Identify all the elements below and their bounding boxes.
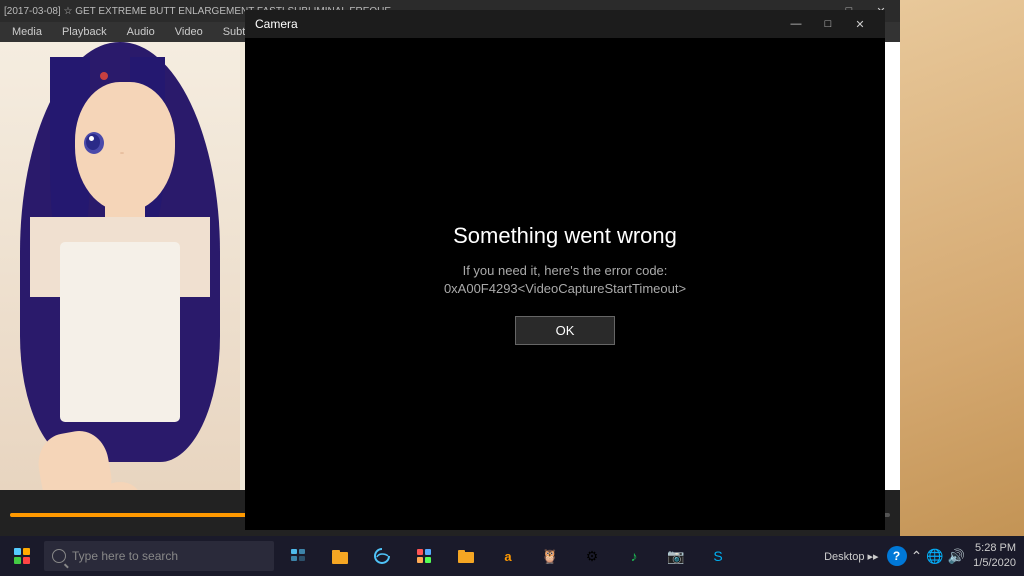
vlc-playback-menu[interactable]: Playback: [58, 26, 111, 38]
error-subtitle-line1: If you need it, here's the error code:: [444, 261, 686, 282]
vlc-media-menu[interactable]: Media: [8, 26, 46, 38]
vlc-audio-menu[interactable]: Audio: [123, 26, 159, 38]
volume-icon[interactable]: 🔊: [948, 548, 965, 565]
system-clock[interactable]: 5:28 PM 1/5/2020: [973, 541, 1016, 572]
edge-browser-icon[interactable]: [362, 536, 402, 576]
search-placeholder: Type here to search: [72, 549, 178, 563]
settings-icon[interactable]: ⚙: [572, 536, 612, 576]
camera-dialog: Camera — □ ✕ Something went wrong If you…: [245, 10, 885, 530]
help-icon[interactable]: ?: [887, 546, 907, 566]
camera-maximize-button[interactable]: □: [813, 10, 843, 38]
search-icon: [52, 549, 66, 563]
system-tray: ? ⌃ 🌐 🔊: [887, 546, 966, 566]
camera-window-controls: — □ ✕: [781, 10, 875, 38]
camera-app-icon[interactable]: 📷: [656, 536, 696, 576]
desktop: [2017-03-08] ☆ GET EXTREME BUTT ENLARGEM…: [0, 0, 1024, 576]
camera-close-button[interactable]: ✕: [845, 10, 875, 38]
taskbar-tray: Desktop ▸▸ ? ⌃ 🌐 🔊 5:28 PM 1/5/2020: [816, 541, 1024, 572]
tripadvisor-icon[interactable]: 🦉: [530, 536, 570, 576]
camera-titlebar: Camera — □ ✕: [245, 10, 885, 38]
error-title: Something went wrong: [453, 223, 677, 249]
start-button[interactable]: [0, 536, 44, 576]
clock-date: 1/5/2020: [973, 556, 1016, 571]
windows-logo-icon: [14, 548, 30, 564]
taskbar: Type here to search: [0, 536, 1024, 576]
amazon-icon[interactable]: a: [488, 536, 528, 576]
skype-icon[interactable]: S: [698, 536, 738, 576]
ok-button[interactable]: OK: [515, 316, 616, 345]
error-code: 0xA00F4293<VideoCaptureStartTimeout>: [444, 281, 686, 296]
spotify-icon[interactable]: ♪: [614, 536, 654, 576]
background-art: [900, 0, 1024, 576]
search-handle: [64, 563, 69, 568]
network-icon[interactable]: 🌐: [926, 548, 943, 565]
folder-icon[interactable]: [446, 536, 486, 576]
right-accent: [900, 0, 1024, 576]
camera-minimize-button[interactable]: —: [781, 10, 811, 38]
anime-character: [0, 42, 240, 490]
file-explorer-icon[interactable]: [320, 536, 360, 576]
windows-store-icon[interactable]: [404, 536, 444, 576]
clock-time: 5:28 PM: [973, 541, 1016, 556]
task-view-button[interactable]: [278, 536, 318, 576]
desktop-button[interactable]: Desktop ▸▸: [824, 550, 878, 563]
taskbar-app-icons: a 🦉 ⚙ ♪ 📷 S: [278, 536, 738, 576]
camera-dialog-title: Camera: [255, 17, 298, 31]
search-bar[interactable]: Type here to search: [44, 541, 274, 571]
vlc-video-menu[interactable]: Video: [171, 26, 207, 38]
camera-body: Something went wrong If you need it, her…: [245, 38, 885, 530]
chevron-up-icon[interactable]: ⌃: [911, 548, 923, 565]
